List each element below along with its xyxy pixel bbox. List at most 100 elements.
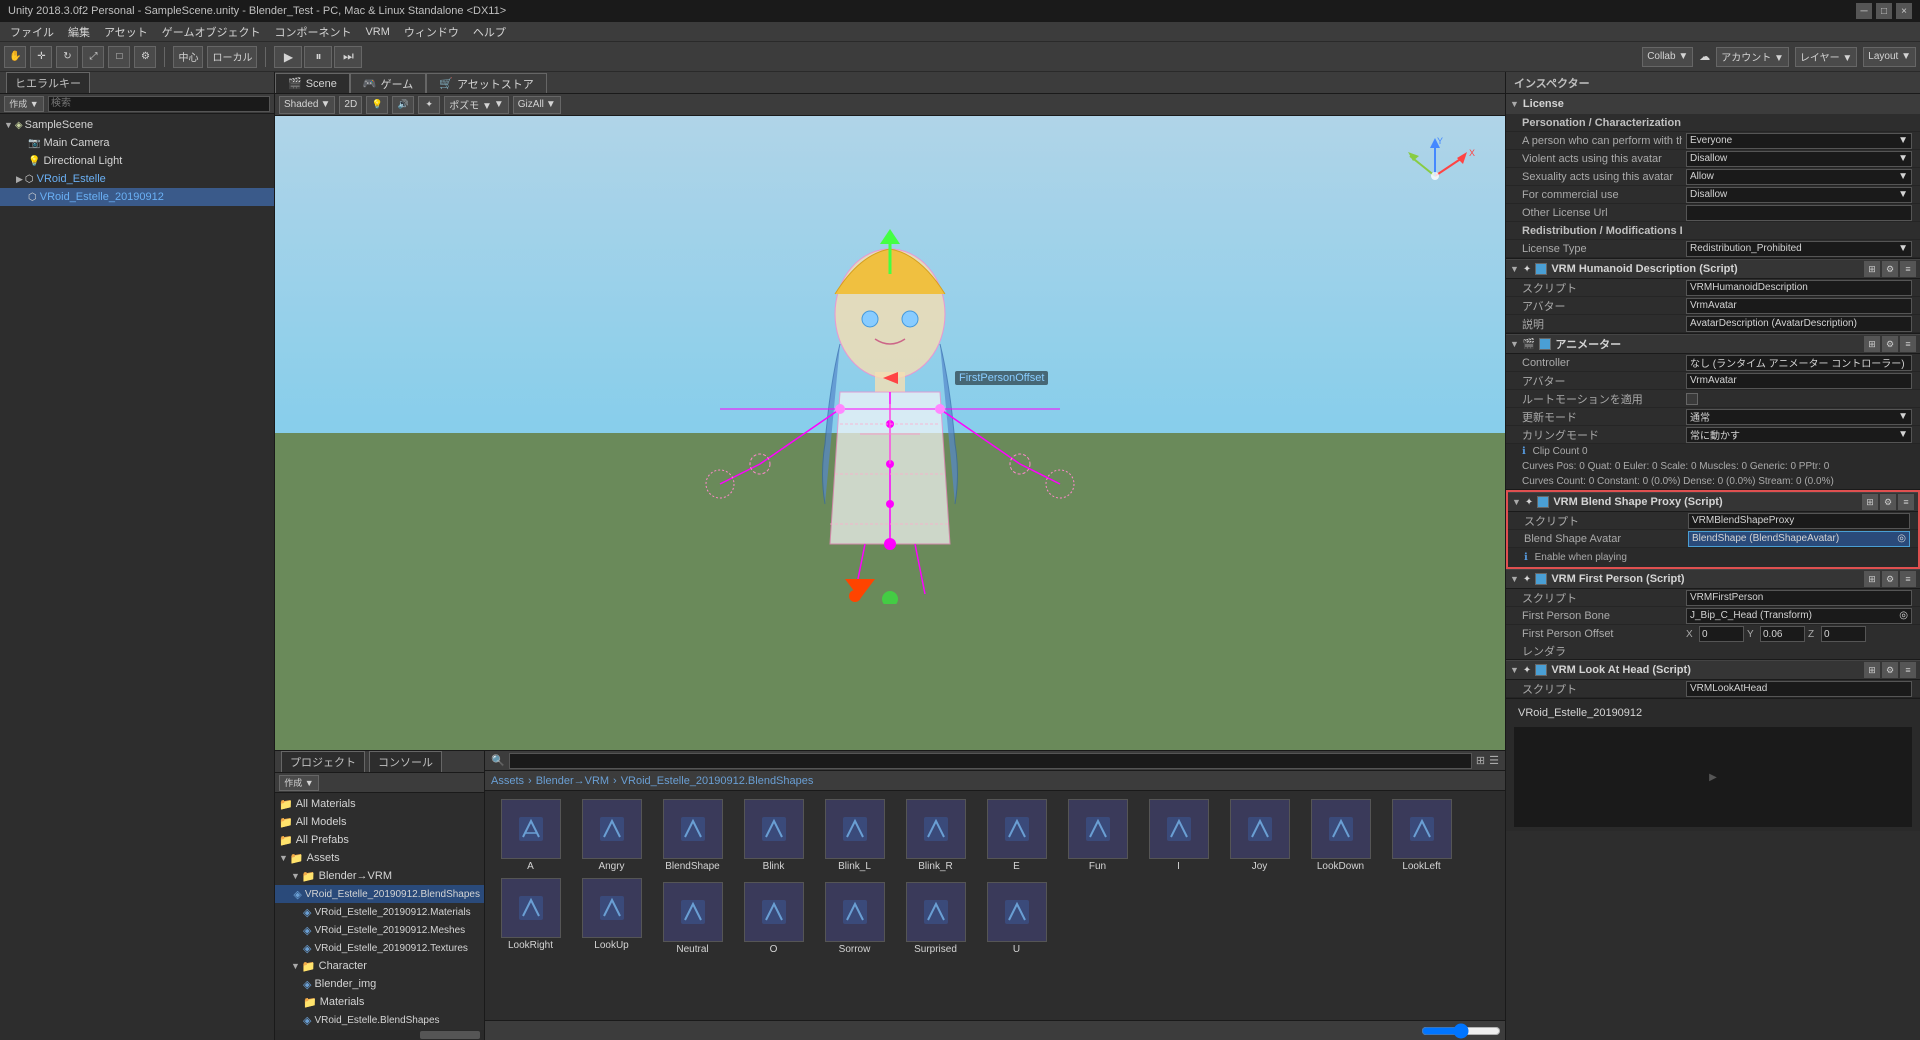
blend-shape-icon-1[interactable]: ⊞ [1862, 494, 1878, 510]
close-button[interactable]: × [1896, 3, 1912, 19]
sexuality-value[interactable]: Allow ▼ [1686, 169, 1912, 185]
first-person-icon-3[interactable]: ≡ [1900, 571, 1916, 587]
hierarchy-item-vroid-estelle-20190912[interactable]: ⬡ VRoid_Estelle_20190912 [0, 188, 274, 206]
asset-item-lookup[interactable]: LookUp [574, 878, 649, 955]
humanoid-icon-2[interactable]: ⚙ [1882, 261, 1898, 277]
hierarchy-tab[interactable]: ヒエラルキー [6, 72, 90, 93]
project-item-all-prefabs[interactable]: 📁 All Prefabs [275, 831, 484, 849]
project-item-blendshapes-selected[interactable]: ◈ VRoid_Estelle_20190912.BlendShapes [275, 885, 484, 903]
transform-all-tool[interactable]: ⚙ [134, 46, 156, 68]
hierarchy-item-samplescene[interactable]: ▼ ◈ SampleScene [0, 116, 274, 134]
project-item-blender-img[interactable]: ◈ Blender_img [275, 975, 484, 993]
transform-rotate-tool[interactable]: ↻ [56, 46, 78, 68]
script-blend-value[interactable]: VRMBlendShapeProxy [1688, 513, 1910, 529]
transform-move-tool[interactable]: ✛ [30, 46, 52, 68]
asset-item-u[interactable]: U [979, 882, 1054, 955]
layout-dropdown[interactable]: Layout ▼ [1863, 47, 1916, 67]
license-url-value[interactable] [1686, 205, 1912, 221]
commercial-value[interactable]: Disallow ▼ [1686, 187, 1912, 203]
tab-game[interactable]: 🎮 ゲーム [350, 73, 426, 93]
avatar-humanoid-value[interactable]: VrmAvatar [1686, 298, 1912, 314]
hierarchy-create-button[interactable]: 作成 ▼ [4, 96, 44, 112]
2d-toggle[interactable]: 2D [339, 96, 362, 114]
asset-item-i[interactable]: I [1141, 799, 1216, 872]
update-mode-value[interactable]: 通常 ▼ [1686, 409, 1912, 425]
violent-value[interactable]: Disallow ▼ [1686, 151, 1912, 167]
pause-button[interactable]: ⏸ [304, 46, 332, 68]
gfx-dropdown[interactable]: GizAll ▼ [513, 96, 561, 114]
blend-shape-section-header[interactable]: ▼ ✦ VRM Blend Shape Proxy (Script) ⊞ ⚙ ≡ [1508, 492, 1918, 512]
asset-item-a[interactable]: A [493, 799, 568, 872]
transform-rect-tool[interactable]: □ [108, 46, 130, 68]
asset-item-fun[interactable]: Fun [1060, 799, 1135, 872]
asset-item-lookleft[interactable]: LookLeft [1384, 799, 1459, 872]
hierarchy-item-vroid-estelle[interactable]: ▶ ⬡ VRoid_Estelle [0, 170, 274, 188]
breadcrumb-blender-vrm[interactable]: Blender→VRM [536, 775, 609, 787]
hierarchy-item-main-camera[interactable]: 📷 Main Camera [0, 134, 274, 152]
script-lookat-value[interactable]: VRMLookAtHead [1686, 681, 1912, 697]
inspector-license-header[interactable]: ▼ License [1506, 94, 1920, 114]
transform-hand-tool[interactable]: ✋ [4, 46, 26, 68]
project-item-materials-folder[interactable]: 📁 Materials [275, 993, 484, 1011]
transform-scale-tool[interactable]: ⤢ [82, 46, 104, 68]
animator-checkbox[interactable] [1539, 338, 1551, 350]
scene-audio-btn[interactable]: 🔊 [392, 96, 414, 114]
project-item-all-models[interactable]: 📁 All Models [275, 813, 484, 831]
first-person-icon-1[interactable]: ⊞ [1864, 571, 1880, 587]
look-at-icon-2[interactable]: ⚙ [1882, 662, 1898, 678]
project-item-blender-vrm[interactable]: ▼ 📁 Blender→VRM [275, 867, 484, 885]
asset-item-joy[interactable]: Joy [1222, 799, 1297, 872]
local-button[interactable]: ローカル [207, 46, 257, 68]
breadcrumb-blendshapes[interactable]: VRoid_Estelle_20190912.BlendShapes [621, 775, 814, 787]
layers-dropdown[interactable]: レイヤー ▼ [1795, 47, 1857, 67]
hierarchy-search-input[interactable] [48, 96, 270, 112]
asset-item-sorrow[interactable]: Sorrow [817, 882, 892, 955]
menu-help[interactable]: ヘルプ [467, 22, 512, 42]
scene-lighting-btn[interactable]: 💡 [366, 96, 388, 114]
project-item-assets[interactable]: ▼ 📁 Assets [275, 849, 484, 867]
hierarchy-item-directional-light[interactable]: 💡 Directional Light [0, 152, 274, 170]
asset-item-blendshape[interactable]: BlendShape [655, 799, 730, 872]
tab-asset-store[interactable]: 🛒 アセットストア [426, 73, 546, 93]
asset-item-blink-l[interactable]: Blink_L [817, 799, 892, 872]
project-item-all-materials[interactable]: 📁 All Materials [275, 795, 484, 813]
humanoid-icon-1[interactable]: ⊞ [1864, 261, 1880, 277]
asset-search-input[interactable] [509, 753, 1472, 769]
project-item-meshes[interactable]: ◈ VRoid_Estelle_20190912.Meshes [275, 921, 484, 939]
project-item-textures[interactable]: ◈ VRoid_Estelle_20190912.Textures [275, 939, 484, 957]
fp-offset-x[interactable] [1699, 626, 1744, 642]
asset-zoom-slider[interactable] [1421, 1023, 1501, 1039]
center-button[interactable]: 中心 [173, 46, 203, 68]
fp-offset-z[interactable] [1821, 626, 1866, 642]
asset-item-surprised[interactable]: Surprised [898, 882, 973, 955]
menu-window[interactable]: ウィンドウ [398, 22, 465, 42]
asset-item-lookdown[interactable]: LookDown [1303, 799, 1378, 872]
look-at-icon-1[interactable]: ⊞ [1864, 662, 1880, 678]
animator-icon-1[interactable]: ⊞ [1864, 336, 1880, 352]
project-create-button[interactable]: 作成 ▼ [279, 775, 319, 791]
humanoid-checkbox[interactable] [1535, 263, 1547, 275]
look-at-section-header[interactable]: ▼ ✦ VRM Look At Head (Script) ⊞ ⚙ ≡ [1506, 660, 1920, 680]
script-humanoid-value[interactable]: VRMHumanoidDescription [1686, 280, 1912, 296]
first-person-icon-2[interactable]: ⚙ [1882, 571, 1898, 587]
humanoid-section-header[interactable]: ▼ ✦ VRM Humanoid Description (Script) ⊞ … [1506, 259, 1920, 279]
first-person-section-header[interactable]: ▼ ✦ VRM First Person (Script) ⊞ ⚙ ≡ [1506, 569, 1920, 589]
asset-item-angry[interactable]: Angry [574, 799, 649, 872]
project-scrollbar-thumb[interactable] [420, 1031, 480, 1039]
blend-avatar-value[interactable]: BlendShape (BlendShapeAvatar) ◎ [1688, 531, 1910, 547]
license-type-value[interactable]: Redistribution_Prohibited ▼ [1686, 241, 1912, 257]
play-button[interactable]: ▶ [274, 46, 302, 68]
humanoid-icon-3[interactable]: ≡ [1900, 261, 1916, 277]
look-at-icon-3[interactable]: ≡ [1900, 662, 1916, 678]
asset-item-e[interactable]: E [979, 799, 1054, 872]
gizmo-dropdown[interactable]: ポズモ ▼ ▼ [444, 96, 509, 114]
menu-vrm[interactable]: VRM [359, 24, 395, 40]
animator-icon-2[interactable]: ⚙ [1882, 336, 1898, 352]
culling-mode-value[interactable]: 常に動かす ▼ [1686, 427, 1912, 443]
account-dropdown[interactable]: アカウント ▼ [1716, 47, 1789, 67]
controller-value[interactable]: なし (ランタイム アニメーター コントローラー) [1686, 355, 1912, 371]
first-person-checkbox[interactable] [1535, 573, 1547, 585]
asset-item-blink[interactable]: Blink [736, 799, 811, 872]
project-item-materials-file[interactable]: ◈ VRoid_Estelle_20190912.Materials [275, 903, 484, 921]
root-motion-checkbox[interactable] [1686, 393, 1698, 405]
